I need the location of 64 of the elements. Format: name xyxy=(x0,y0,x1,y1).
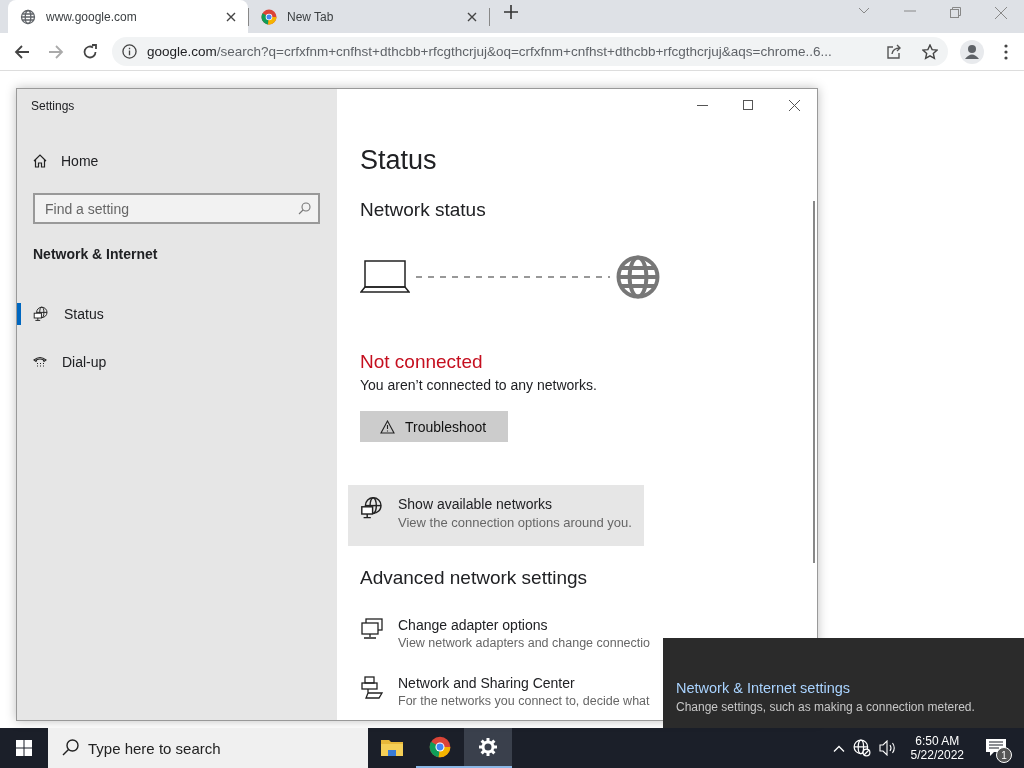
windows-icon xyxy=(16,740,32,756)
settings-icon xyxy=(478,737,498,757)
network-folder-icon xyxy=(360,675,384,699)
reload-icon[interactable] xyxy=(82,43,98,60)
new-tab-icon[interactable] xyxy=(504,4,518,19)
browser-tab[interactable]: New Tab xyxy=(249,0,489,33)
globe-icon[interactable] xyxy=(852,739,871,757)
menu-icon[interactable] xyxy=(1004,43,1008,60)
tile-title: Show available networks xyxy=(398,496,554,512)
show-networks-tile[interactable]: Show available networks View the connection options around you. xyxy=(348,485,644,546)
page-heading: Status xyxy=(360,145,437,176)
notification-button[interactable]: 1 xyxy=(978,733,1014,763)
link-description: For the networks you connect to, decide what xyxy=(398,694,650,708)
info-icon xyxy=(122,44,137,59)
globe-icon xyxy=(20,8,36,25)
globe-icon xyxy=(33,306,49,322)
browser-icon xyxy=(429,736,451,758)
clock[interactable]: 6:50 AM 5/22/2022 xyxy=(904,734,970,762)
section-heading: Network & Internet xyxy=(33,246,158,262)
home-icon xyxy=(33,154,47,168)
link-description: View network adapters and change connectio xyxy=(398,636,651,650)
profile-icon[interactable] xyxy=(960,39,984,64)
monitor-icon xyxy=(360,617,384,641)
back-icon[interactable] xyxy=(14,43,30,60)
link-title[interactable]: Change adapter options xyxy=(398,617,651,633)
laptop-icon xyxy=(360,259,410,295)
folder-icon xyxy=(381,738,403,756)
close-icon[interactable] xyxy=(226,11,236,22)
link-title[interactable]: Network and Sharing Center xyxy=(398,675,650,691)
search-icon xyxy=(298,202,311,215)
flyout-link[interactable]: Network & Internet settings xyxy=(676,680,1024,696)
globe-icon xyxy=(614,253,662,301)
window-title: Settings xyxy=(31,99,75,113)
chevron-down-icon[interactable] xyxy=(858,6,870,15)
address-bar[interactable]: google.com/search?q=crfxfnm+cnfhst+dthcbb+rfcgthcrjuj&oq=crfxfnm+cnfhst+dthcbb+rfcgthcrjuj&aqs=chrome..6... xyxy=(112,37,948,66)
status-detail: You aren’t connected to any networks. xyxy=(360,377,597,393)
maximize-icon[interactable] xyxy=(743,100,753,110)
tile-description: View the connection options around you. xyxy=(398,515,632,530)
home-link[interactable]: Home xyxy=(33,153,99,169)
section-heading: Advanced network settings xyxy=(360,567,588,589)
globe-icon xyxy=(360,496,384,520)
nav-item[interactable]: Status xyxy=(17,296,337,332)
url-text: google.com/search?q=crfxfnm+cnfhst+dthcbb+rfcgthcrjuj&oq=crfxfnm+cnfhst+dthcbb+rfcgthcrjuj&aqs=chrome..6... xyxy=(147,44,833,59)
connection-status: Not connected xyxy=(360,351,483,373)
taskbar-app[interactable] xyxy=(464,728,512,768)
close-icon[interactable] xyxy=(467,11,477,22)
phone-icon xyxy=(33,355,47,369)
taskbar-search[interactable]: Type here to search xyxy=(48,728,368,768)
speaker-icon[interactable] xyxy=(878,740,897,756)
flyout-description: Change settings, such as making a connection metered. xyxy=(676,700,976,714)
close-icon[interactable] xyxy=(788,99,800,111)
search-field[interactable]: Find a setting xyxy=(33,193,320,224)
nav-item[interactable]: Dial-up xyxy=(17,344,337,380)
chevron-up-icon[interactable] xyxy=(832,744,845,752)
minimize-icon[interactable] xyxy=(696,104,708,106)
troubleshoot-button[interactable]: Troubleshoot xyxy=(360,411,508,442)
warning-icon xyxy=(380,419,395,434)
browser-icon xyxy=(261,8,277,25)
share-icon[interactable] xyxy=(886,43,902,60)
notification-count: 1 xyxy=(996,747,1012,763)
restore-icon[interactable] xyxy=(950,6,961,18)
section-heading: Network status xyxy=(360,199,486,221)
browser-tab[interactable]: www.google.com xyxy=(8,0,248,33)
star-icon[interactable] xyxy=(922,43,938,60)
